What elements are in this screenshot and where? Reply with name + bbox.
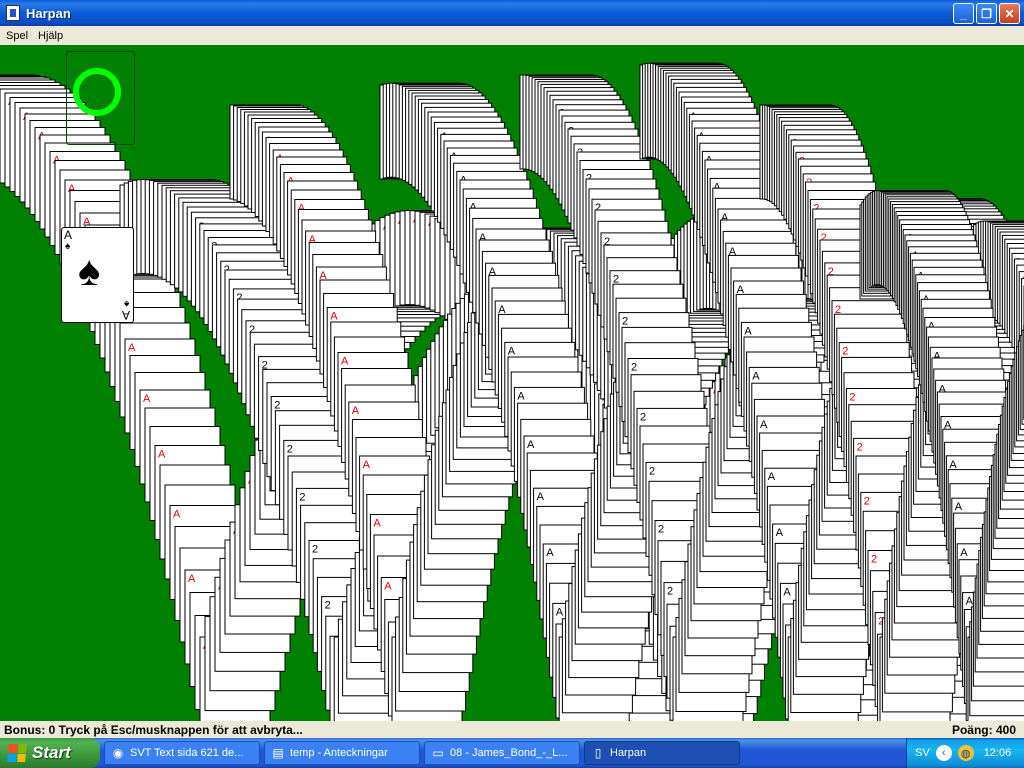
- svg-text:A: A: [783, 586, 791, 598]
- svg-text:2: 2: [325, 600, 331, 612]
- close-button[interactable]: ✕: [999, 3, 1020, 24]
- spade-icon: ♠: [123, 298, 129, 309]
- svg-text:2: 2: [274, 400, 280, 412]
- svg-text:A: A: [373, 518, 381, 530]
- svg-text:A: A: [143, 393, 151, 405]
- redeal-circle-icon: [73, 68, 121, 116]
- task-harpan[interactable]: ▯ Harpan: [584, 741, 740, 765]
- svg-text:2: 2: [864, 495, 870, 507]
- svg-text:2: 2: [649, 465, 655, 477]
- card-rank: A: [64, 228, 73, 242]
- language-indicator[interactable]: SV: [915, 747, 930, 759]
- spade-center-icon: ♠: [78, 247, 101, 294]
- system-tray: SV ‹ ◍ 12:06: [906, 738, 1024, 768]
- svg-text:A: A: [508, 345, 516, 357]
- svg-text:A: A: [341, 356, 349, 368]
- svg-text:2: 2: [658, 524, 664, 536]
- svg-text:A: A: [955, 501, 963, 513]
- svg-text:A: A: [960, 547, 968, 559]
- svg-text:A: A: [768, 471, 776, 483]
- svg-text:A: A: [384, 581, 392, 593]
- menu-spel[interactable]: Spel: [0, 30, 33, 42]
- svg-text:2: 2: [640, 411, 646, 423]
- status-message: Bonus: 0 Tryck på Esc/musknappen för att…: [4, 722, 303, 737]
- svg-text:A: A: [752, 370, 760, 382]
- svg-text:A: A: [527, 439, 535, 451]
- svg-text:2: 2: [312, 544, 318, 556]
- score-display: Poäng: 400: [951, 722, 1016, 737]
- stock-pile[interactable]: [66, 51, 135, 145]
- svg-text:A: A: [188, 573, 196, 585]
- maximize-button[interactable]: ❐: [976, 3, 997, 24]
- task-folder[interactable]: ▭ 08 - James_Bond_-_L...: [424, 741, 580, 765]
- svg-text:2: 2: [857, 441, 863, 453]
- cards-icon: ▯: [594, 746, 602, 760]
- svg-text:A: A: [173, 509, 181, 521]
- ace-of-spades-card[interactable]: A ♠ ♠ ♠ A: [61, 227, 134, 323]
- status-bar: Bonus: 0 Tryck på Esc/musknappen för att…: [0, 721, 1024, 738]
- svg-text:A: A: [363, 459, 371, 471]
- start-label: Start: [32, 743, 71, 762]
- svg-text:2: 2: [631, 362, 637, 374]
- clock: 12:06: [983, 747, 1012, 759]
- svg-text:2: 2: [849, 392, 855, 404]
- spade-icon: ♠: [65, 241, 71, 252]
- window-controls: _ ❐ ✕: [953, 3, 1020, 24]
- svg-text:A: A: [330, 311, 338, 323]
- cascade-animation: AAAAAAAAAAAAAAAAAAAAAAAAAAAAAAAAAAAAAAAA…: [0, 62, 1024, 721]
- task-label: SVT Text sida 621 de...: [130, 747, 244, 759]
- svg-text:2: 2: [667, 586, 673, 598]
- svg-text:A: A: [760, 419, 768, 431]
- svg-text:A: A: [517, 390, 525, 402]
- task-label: 08 - James_Bond_-_L...: [450, 747, 568, 759]
- svg-text:A: A: [556, 606, 564, 618]
- task-notepad[interactable]: ▤ temp - Anteckningar: [264, 741, 420, 765]
- svg-text:A: A: [128, 342, 136, 354]
- title-bar[interactable]: Harpan _ ❐ ✕: [0, 0, 1024, 26]
- svg-text:2: 2: [622, 316, 628, 328]
- window-title: Harpan: [26, 5, 71, 21]
- task-svt-text[interactable]: ◉ SVT Text sida 621 de...: [104, 741, 260, 765]
- svg-text:2: 2: [299, 491, 305, 503]
- card-rank: A: [121, 308, 130, 322]
- svg-text:A: A: [744, 325, 752, 337]
- svg-text:A: A: [966, 596, 974, 608]
- svg-text:A: A: [776, 527, 784, 539]
- menu-hjalp[interactable]: Hjälp: [33, 30, 68, 42]
- taskbar: Start ◉ SVT Text sida 621 de... ▤ temp -…: [0, 738, 1024, 768]
- notepad-icon: ▤: [272, 746, 284, 760]
- svg-text:2: 2: [871, 554, 877, 566]
- arrow-left-icon[interactable]: ‹: [935, 745, 952, 761]
- task-label: temp - Anteckningar: [290, 747, 388, 759]
- svg-text:A: A: [537, 491, 545, 503]
- task-label: Harpan: [610, 747, 647, 759]
- svg-text:2: 2: [842, 346, 848, 358]
- app-cards-icon: [6, 5, 20, 21]
- minimize-button[interactable]: _: [953, 3, 974, 24]
- folder-icon: ▭: [432, 746, 444, 760]
- windows-logo-icon: [7, 744, 27, 762]
- svg-text:A: A: [158, 449, 166, 461]
- svg-text:A: A: [352, 405, 360, 417]
- game-area[interactable]: AAAAAAAAAAAAAAAAAAAAAAAAAAAAAAAAAAAAAAAA…: [0, 45, 1024, 721]
- browser-icon: ◉: [112, 746, 124, 760]
- start-button[interactable]: Start: [0, 738, 100, 768]
- menu-bar: Spel Hjälp: [0, 26, 1024, 45]
- svg-text:A: A: [949, 459, 957, 471]
- network-globe-icon[interactable]: ◍: [957, 745, 974, 761]
- svg-text:2: 2: [287, 443, 293, 455]
- svg-text:A: A: [546, 547, 554, 559]
